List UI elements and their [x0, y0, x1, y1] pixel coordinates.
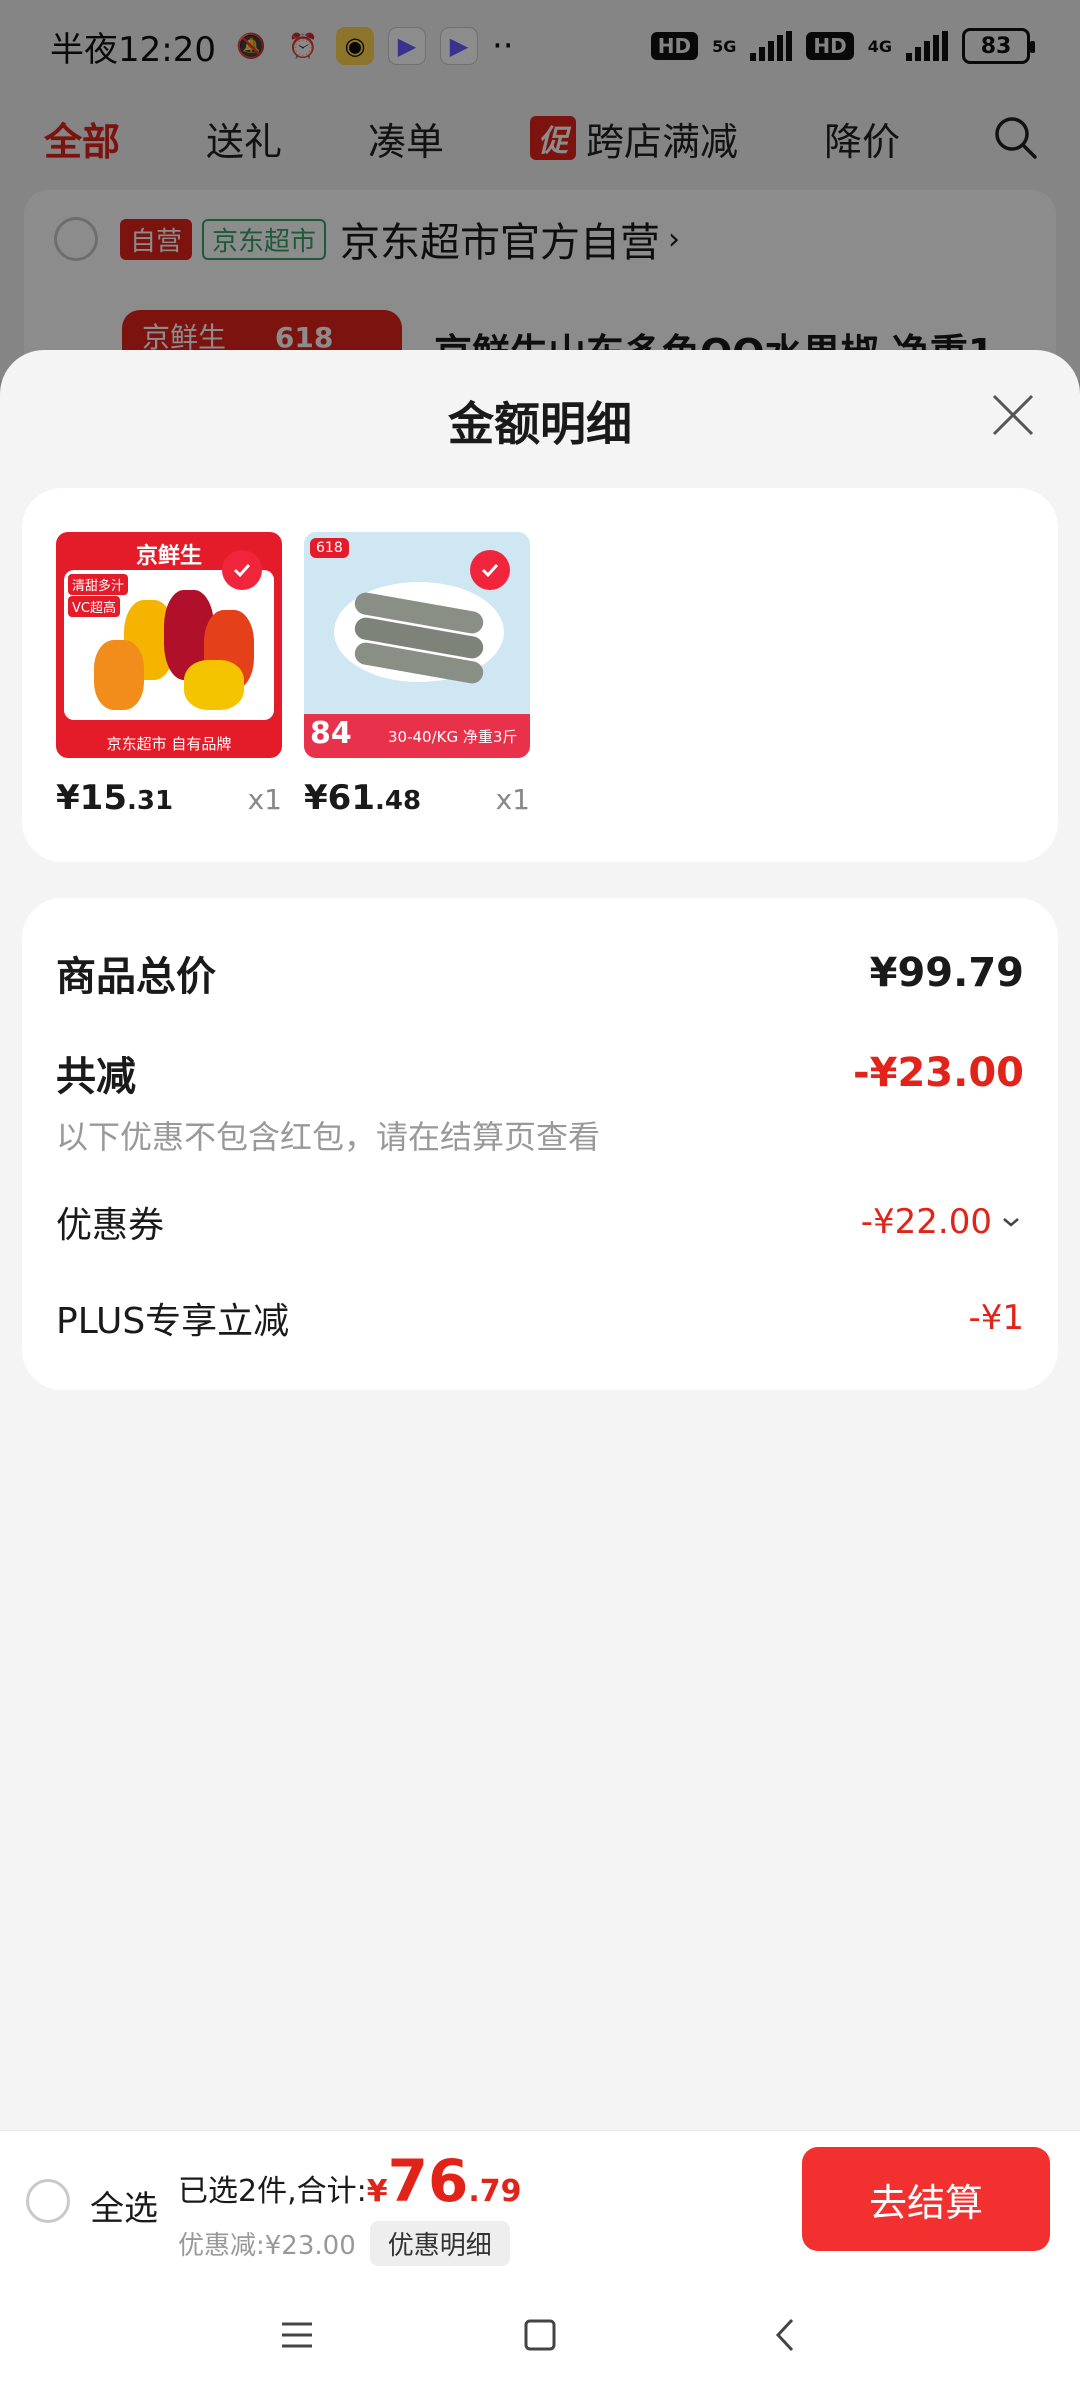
total-price-value: ¥99.79	[869, 950, 1024, 996]
coupon-row[interactable]: 优惠券 -¥22.00	[56, 1196, 1024, 1248]
amount-detail-sheet: 金额明细 京鲜生 清甜多汁 VC超高 京东超市 自有品牌 ¥15.31 x1 6…	[0, 350, 1080, 2130]
selection-summary: 已选2件,合计: ¥76.79	[178, 2147, 521, 2215]
product-image-peppers: 京鲜生 清甜多汁 VC超高 京东超市 自有品牌	[56, 532, 282, 758]
checkout-button[interactable]: 去结算	[802, 2147, 1050, 2251]
total-reduce-label: 共减	[56, 1054, 136, 1100]
sheet-title: 金额明细	[448, 397, 632, 451]
system-navigation-bar	[0, 2270, 1080, 2400]
discount-amount-text: 优惠减:¥23.00	[178, 2231, 356, 2261]
total-price-row: 商品总价 ¥99.79	[56, 944, 1024, 1002]
select-all-label[interactable]: 全选	[90, 2181, 158, 2230]
product-item[interactable]: 京鲜生 清甜多汁 VC超高 京东超市 自有品牌 ¥15.31 x1	[56, 532, 282, 818]
checked-icon	[470, 550, 510, 590]
product-quantity: x1	[247, 783, 282, 816]
select-all-radio[interactable]	[26, 2179, 70, 2223]
product-image-shrimp: 618 84 30-40/KG 净重3斤	[304, 532, 530, 758]
home-icon[interactable]	[515, 2310, 565, 2360]
coupon-label: 优惠券	[56, 1205, 165, 1246]
discount-detail-button[interactable]: 优惠明细	[369, 2221, 510, 2266]
modal-overlay[interactable]	[0, 0, 1080, 380]
total-reduce-row: 共减 -¥23.00	[56, 1044, 1024, 1102]
close-icon[interactable]	[988, 390, 1038, 440]
plus-discount-value: -¥1	[968, 1298, 1024, 1338]
product-price: ¥61.48	[304, 778, 422, 818]
price-summary-card: 商品总价 ¥99.79 共减 -¥23.00 以下优惠不包含红包，请在结算页查看…	[22, 898, 1058, 1390]
back-icon[interactable]	[762, 2310, 812, 2360]
total-price-label: 商品总价	[56, 954, 216, 1000]
checkout-bar: 全选 已选2件,合计: ¥76.79 优惠减:¥23.00 优惠明细 去结算	[0, 2130, 1080, 2270]
product-item[interactable]: 618 84 30-40/KG 净重3斤 ¥61.48 x1	[304, 532, 530, 818]
selected-count-text: 已选2件,合计:	[178, 2174, 367, 2209]
total-amount: ¥76.79	[366, 2147, 522, 2215]
discount-note: 以下优惠不包含红包，请在结算页查看	[56, 1118, 601, 1156]
plus-discount-row: PLUS专享立减 -¥1	[56, 1292, 1024, 1344]
product-price: ¥15.31	[56, 778, 174, 818]
coupon-value: -¥22.00	[860, 1202, 992, 1242]
product-quantity: x1	[495, 783, 530, 816]
checked-icon	[222, 550, 262, 590]
total-reduce-value: -¥23.00	[853, 1050, 1024, 1096]
plus-discount-label: PLUS专享立减	[56, 1301, 290, 1342]
menu-icon[interactable]	[272, 2310, 322, 2360]
selected-products-card: 京鲜生 清甜多汁 VC超高 京东超市 自有品牌 ¥15.31 x1 618 84…	[22, 488, 1058, 862]
chevron-down-icon	[1003, 1218, 1019, 1227]
